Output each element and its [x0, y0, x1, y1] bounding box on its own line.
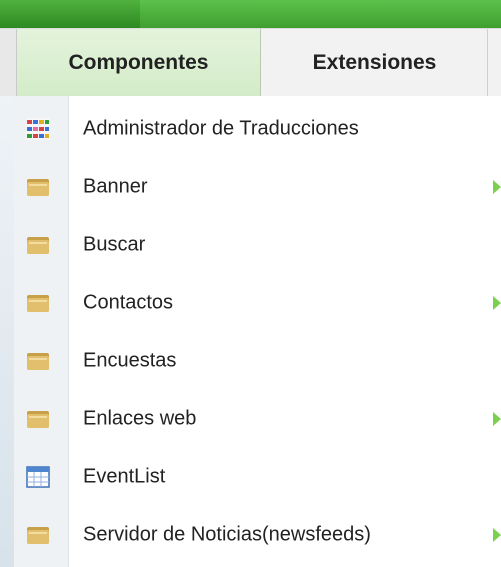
menu-item-encuestas[interactable]: Encuestas — [14, 332, 501, 390]
menu-item-buscar[interactable]: Buscar — [14, 216, 501, 274]
folder-icon — [26, 234, 50, 256]
menubar-left-edge — [0, 29, 17, 97]
menu-tab-extensiones-label: Extensiones — [312, 51, 437, 74]
menu-tab-extensiones[interactable]: Extensiones — [262, 29, 488, 97]
submenu-arrow-icon — [493, 412, 501, 426]
background-page-edge — [0, 96, 14, 567]
submenu-arrow-icon — [493, 180, 501, 194]
menu-item-enlaces-web[interactable]: Enlaces web — [14, 390, 501, 448]
menu-item-label: Administrador de Traducciones — [83, 117, 359, 140]
top-green-strip — [0, 0, 501, 29]
folder-icon — [26, 350, 50, 372]
menu-item-eventlist[interactable]: EventList — [14, 448, 501, 506]
submenu-arrow-icon — [493, 528, 501, 542]
menu-tab-componentes[interactable]: Componentes — [17, 29, 261, 97]
folder-icon — [26, 524, 50, 546]
menu-item-banner[interactable]: Banner — [14, 158, 501, 216]
folder-icon — [26, 176, 50, 198]
folder-icon — [26, 408, 50, 430]
menu-item-servidor-de-noticias[interactable]: Servidor de Noticias(newsfeeds) — [14, 506, 501, 564]
menu-item-label: Servidor de Noticias(newsfeeds) — [83, 523, 371, 546]
top-strip-segment — [0, 0, 140, 28]
menu-item-label: Contactos — [83, 291, 174, 314]
menu-item-label: Banner — [83, 175, 148, 198]
calendar-table-icon — [26, 466, 50, 488]
menu-bar: Componentes Extensiones — [0, 28, 501, 97]
submenu-arrow-icon — [493, 296, 501, 310]
menu-item-contactos[interactable]: Contactos — [14, 274, 501, 332]
translations-grid-icon — [26, 118, 50, 140]
menu-item-administrador-de-traducciones[interactable]: Administrador de Traducciones — [14, 100, 501, 158]
componentes-dropdown-menu: Administrador de Traducciones Banner Bus… — [14, 96, 501, 567]
menu-item-label: Encuestas — [83, 349, 177, 372]
folder-icon — [26, 292, 50, 314]
menu-tab-componentes-label: Componentes — [68, 51, 209, 74]
menu-item-label: Buscar — [83, 233, 146, 256]
menu-item-label: Enlaces web — [83, 407, 197, 430]
menu-item-label: EventList — [83, 465, 166, 488]
